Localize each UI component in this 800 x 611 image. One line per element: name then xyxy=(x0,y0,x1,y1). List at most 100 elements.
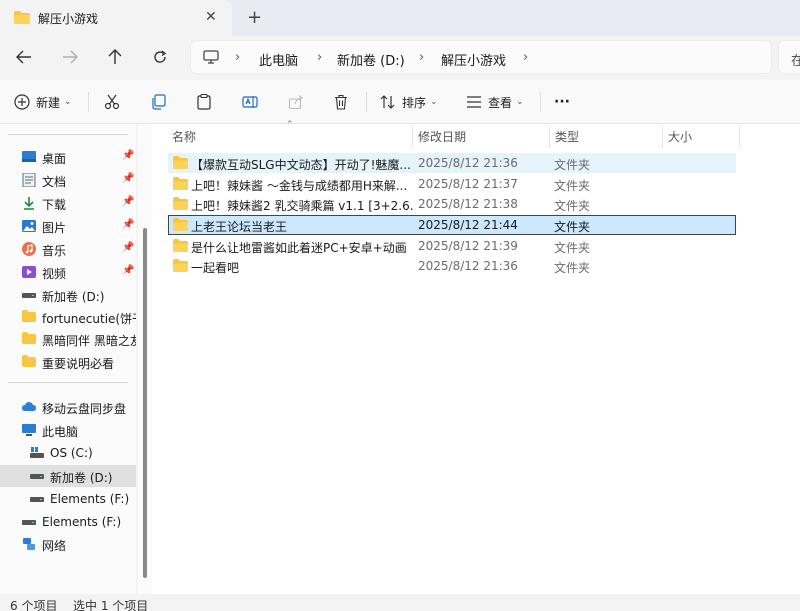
navigation-bar: › 此电脑 › 新加卷 (D:) › 解压小游戏 › 在 xyxy=(0,36,800,78)
file-type: 文件夹 xyxy=(554,179,591,193)
sort-button[interactable]: 排序 ⌄ xyxy=(380,91,438,113)
sidebar-item-label: 黑暗同伴 黑暗之友 xyxy=(42,334,136,348)
column-divider[interactable] xyxy=(739,126,740,148)
sidebar-item-folder[interactable]: 重要说明必看 xyxy=(0,351,136,373)
close-tab-icon[interactable]: ✕ xyxy=(205,9,217,25)
sidebar-item-cloud[interactable]: 移动云盘同步盘 xyxy=(0,396,136,418)
search-placeholder: 在 xyxy=(791,54,800,69)
pin-icon[interactable]: 📌 xyxy=(122,265,134,276)
file-row[interactable]: 一起看吧 2025/8/12 21:36 文件夹 xyxy=(168,256,736,276)
drive-icon xyxy=(22,515,36,529)
forward-button[interactable] xyxy=(58,46,82,68)
pin-icon[interactable]: 📌 xyxy=(122,150,134,161)
sidebar-item-label: 桌面 xyxy=(42,152,67,166)
column-divider[interactable] xyxy=(662,126,663,148)
more-options-button[interactable]: ··· xyxy=(554,91,570,113)
column-header-name[interactable]: 名称 xyxy=(172,128,196,152)
file-type: 文件夹 xyxy=(554,158,591,172)
copy-button[interactable] xyxy=(150,91,166,113)
sidebar-item-label: 新加卷 (D:) xyxy=(42,290,105,304)
sidebar-item-drive-d[interactable]: 新加卷 (D:) xyxy=(0,284,136,306)
file-name: 【爆款互动SLG中文动态】开动了!魅魔... xyxy=(191,158,411,172)
sidebar-item-label: 此电脑 xyxy=(42,425,79,439)
breadcrumb-drive-d[interactable]: 新加卷 (D:) xyxy=(337,50,405,69)
column-divider[interactable] xyxy=(549,126,550,148)
file-row[interactable]: 是什么让地雷酱如此着迷PC+安卓+动画 2025/8/12 21:39 文件夹 xyxy=(168,236,736,256)
sort-ascending-icon: ⌃ xyxy=(286,120,294,130)
file-list: ⌃ 名称 修改日期 类型 大小 【爆款互动SLG中文动态】开动了!魅魔... 2… xyxy=(152,120,800,594)
folder-icon xyxy=(173,197,188,213)
file-row-selected[interactable]: 上老王论坛当老王 2025/8/12 21:44 文件夹 xyxy=(168,215,736,235)
pin-icon[interactable]: 📌 xyxy=(122,219,134,230)
cloud-icon xyxy=(22,400,36,414)
sidebar-item-label: 移动云盘同步盘 xyxy=(42,402,127,416)
file-row[interactable]: 上吧！辣妹酱2 乳交骑乘篇 v1.1 [3+2.6... 2025/8/12 2… xyxy=(168,194,736,214)
sidebar-item-videos[interactable]: 视频 📌 xyxy=(0,261,136,283)
sidebar-item-music[interactable]: 音乐 📌 xyxy=(0,238,136,260)
sidebar-item-this-pc[interactable]: 此电脑 xyxy=(0,419,136,441)
view-button[interactable]: 查看 ⌄ xyxy=(466,91,524,113)
sidebar-item-external-drive[interactable]: Elements (F:) xyxy=(0,511,136,533)
pin-icon[interactable]: 📌 xyxy=(122,196,134,207)
file-date: 2025/8/12 21:39 xyxy=(418,239,518,253)
divider xyxy=(8,134,128,135)
sidebar-item-network[interactable]: 网络 xyxy=(0,533,136,555)
arrow-up-icon xyxy=(108,49,122,64)
sidebar-item-drive-d[interactable]: 新加卷 (D:) xyxy=(0,465,136,487)
file-name: 上吧！辣妹酱 ～金钱与成绩都用H来解... xyxy=(191,179,408,193)
pin-icon[interactable]: 📌 xyxy=(122,242,134,253)
chevron-right-icon: › xyxy=(523,50,529,65)
sidebar-item-label: OS (C:) xyxy=(50,446,93,460)
column-header-type[interactable]: 类型 xyxy=(555,128,579,152)
tab-current[interactable]: 解压小游戏 ✕ xyxy=(0,0,232,36)
folder-icon xyxy=(22,332,36,346)
column-header-size[interactable]: 大小 xyxy=(668,128,692,152)
paste-button[interactable] xyxy=(196,91,212,113)
address-bar[interactable]: › 此电脑 › 新加卷 (D:) › 解压小游戏 › xyxy=(190,40,772,74)
copy-icon xyxy=(152,94,166,110)
breadcrumb-current-folder[interactable]: 解压小游戏 xyxy=(441,50,506,69)
back-button[interactable] xyxy=(12,46,36,68)
file-date: 2025/8/12 21:37 xyxy=(418,177,518,191)
sidebar-item-folder[interactable]: fortunecutie(饼干 xyxy=(0,306,136,328)
file-date: 2025/8/12 21:36 xyxy=(418,259,518,273)
folder-icon xyxy=(173,259,188,275)
breadcrumb-this-pc[interactable]: 此电脑 xyxy=(259,50,298,69)
sidebar-item-label: 新加卷 (D:) xyxy=(50,471,113,485)
file-type: 文件夹 xyxy=(554,261,591,275)
divider xyxy=(366,92,367,112)
folder-icon xyxy=(22,355,36,369)
search-input[interactable]: 在 xyxy=(778,40,800,74)
rename-button[interactable] xyxy=(242,91,258,113)
videos-icon xyxy=(22,265,36,279)
sidebar-item-label: 视频 xyxy=(42,267,67,281)
sidebar-item-pictures[interactable]: 图片 📌 xyxy=(0,215,136,237)
column-header-date[interactable]: 修改日期 xyxy=(418,128,466,152)
sidebar-item-documents[interactable]: 文档 📌 xyxy=(0,169,136,191)
delete-button[interactable] xyxy=(333,91,349,113)
file-name: 一起看吧 xyxy=(191,261,240,275)
drive-icon xyxy=(22,288,36,302)
pin-icon[interactable]: 📌 xyxy=(122,173,134,184)
refresh-button[interactable] xyxy=(148,46,172,68)
sidebar-item-folder[interactable]: 黑暗同伴 黑暗之友 xyxy=(0,328,136,350)
documents-icon xyxy=(22,172,36,188)
sidebar-item-drive-c[interactable]: OS (C:) xyxy=(0,442,136,464)
sidebar-item-desktop[interactable]: 桌面 📌 xyxy=(0,146,136,168)
new-button[interactable]: 新建 ⌄ xyxy=(14,91,72,113)
column-divider[interactable] xyxy=(412,126,413,148)
cut-button[interactable] xyxy=(104,91,120,113)
chevron-right-icon: › xyxy=(235,50,241,65)
sidebar-item-drive-f[interactable]: Elements (F:) xyxy=(0,488,136,510)
share-button[interactable] xyxy=(288,91,304,113)
sidebar-scrollbar[interactable] xyxy=(143,228,147,578)
file-row[interactable]: 【爆款互动SLG中文动态】开动了!魅魔... 2025/8/12 21:36 文… xyxy=(168,153,736,173)
navigation-pane: 桌面 📌 文档 📌 下载 📌 图片 📌 音乐 📌 视频 📌 新加卷 (D:) f… xyxy=(0,124,136,594)
drive-icon xyxy=(30,492,44,506)
new-tab-button[interactable]: + xyxy=(247,7,262,28)
sidebar-item-downloads[interactable]: 下载 📌 xyxy=(0,192,136,214)
file-name: 是什么让地雷酱如此着迷PC+安卓+动画 xyxy=(191,241,407,255)
up-button[interactable] xyxy=(103,46,127,68)
file-row[interactable]: 上吧！辣妹酱 ～金钱与成绩都用H来解... 2025/8/12 21:37 文件… xyxy=(168,174,736,194)
divider xyxy=(540,92,541,112)
